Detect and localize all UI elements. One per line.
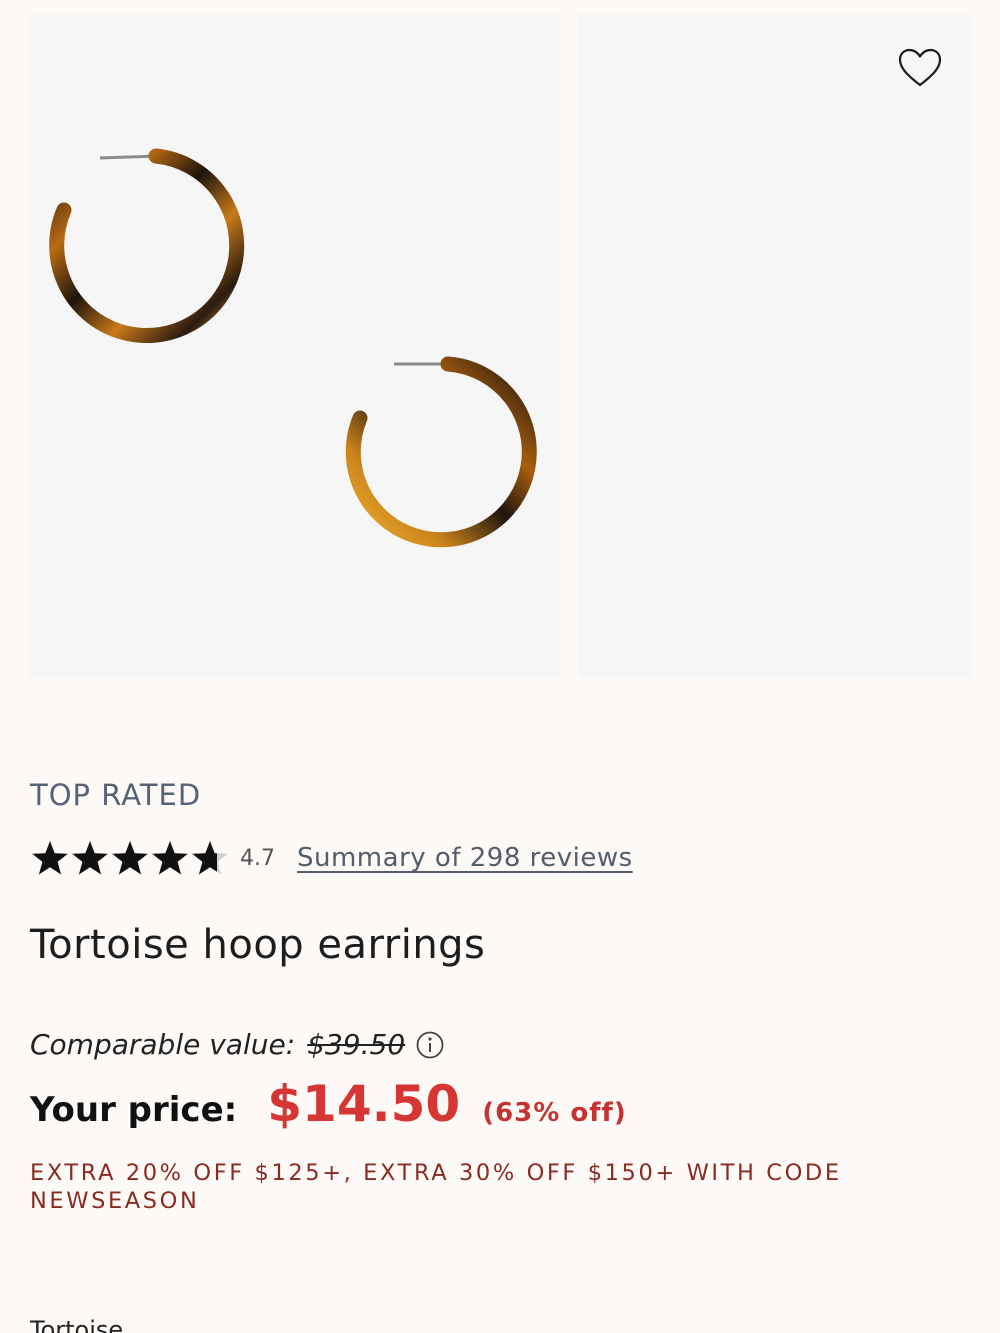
comparable-price: $39.50 — [307, 1028, 406, 1061]
star-icon — [112, 841, 148, 875]
rating-value: 4.7 — [240, 845, 275, 871]
rating-row: 4.7 Summary of 298 reviews — [30, 838, 970, 878]
hoop-earrings-image — [49, 148, 537, 548]
info-circle-icon[interactable] — [415, 1030, 445, 1060]
star-icon — [192, 841, 228, 875]
comparable-value-label: Comparable value: — [30, 1028, 296, 1061]
promo-line-1: EXTRA 20% OFF $125+, EXTRA 30% OFF $150+… — [30, 1160, 842, 1186]
product-page: TOP RATED 4.7 Summary of 298 reviews Tor… — [0, 0, 1000, 1333]
star-rating — [30, 839, 230, 877]
reviews-summary-link[interactable]: Summary of 298 reviews — [297, 843, 633, 873]
price-row: Your price: $14.50 (63% off) — [30, 1075, 970, 1133]
discount-percent: (63% off) — [482, 1098, 627, 1128]
sale-price: $14.50 — [267, 1075, 461, 1133]
top-rated-badge: TOP RATED — [30, 778, 202, 812]
favorite-button[interactable] — [896, 46, 944, 90]
product-info: TOP RATED 4.7 Summary of 298 reviews Tor… — [30, 778, 970, 1215]
product-image-secondary[interactable] — [578, 14, 972, 678]
heart-outline-icon — [898, 48, 942, 87]
your-price-label: Your price: — [30, 1090, 238, 1130]
promo-message: EXTRA 20% OFF $125+, EXTRA 30% OFF $150+… — [30, 1159, 930, 1215]
product-gallery — [28, 14, 972, 678]
star-icon — [152, 841, 188, 875]
product-image-main[interactable] — [28, 14, 560, 678]
star-icon — [72, 841, 108, 875]
star-icon — [32, 841, 68, 875]
product-title: Tortoise hoop earrings — [30, 922, 486, 968]
comparable-value-row: Comparable value: $39.50 — [30, 1028, 970, 1061]
promo-line-2: NEWSEASON — [30, 1188, 200, 1214]
color-name-label: Tortoise — [30, 1316, 124, 1333]
